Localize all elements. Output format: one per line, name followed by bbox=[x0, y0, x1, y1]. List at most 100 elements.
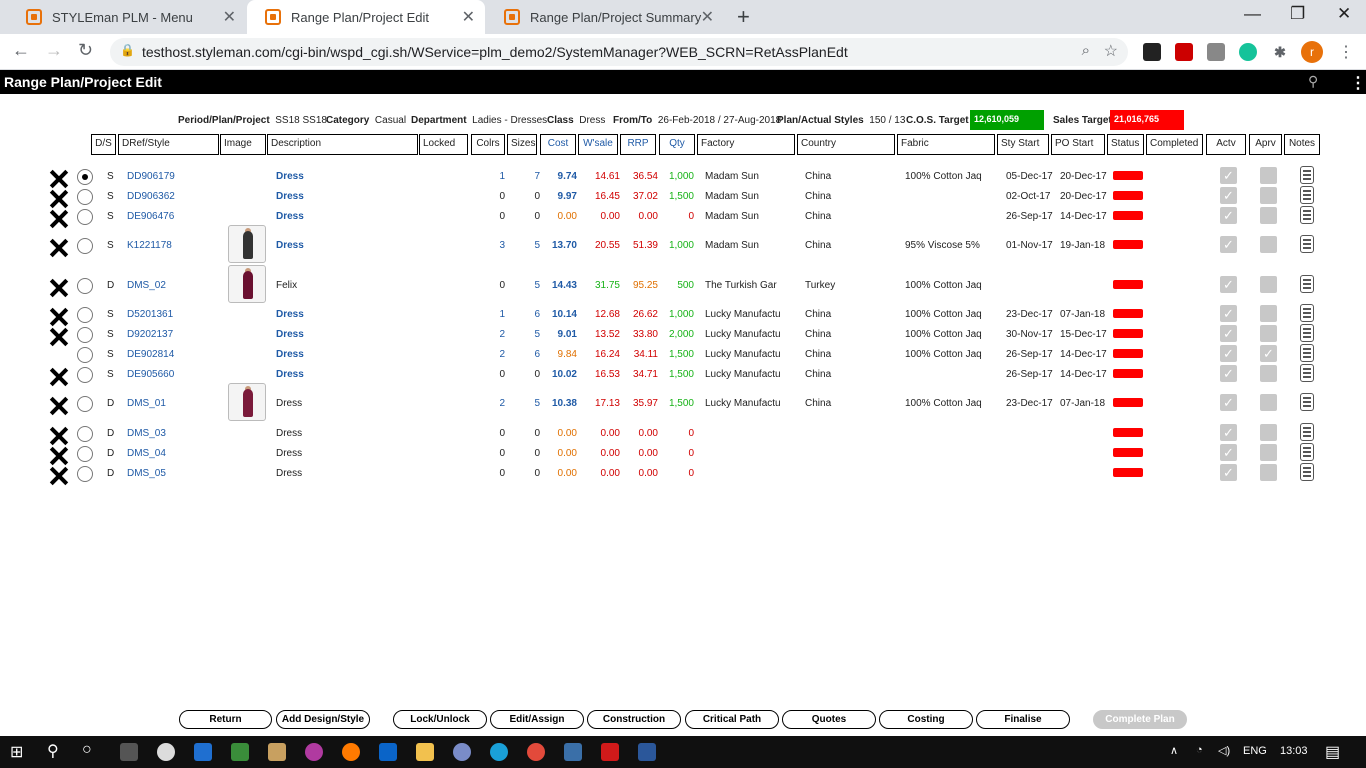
dref-link[interactable]: DE902814 bbox=[127, 349, 174, 360]
approved-checkbox[interactable] bbox=[1260, 424, 1277, 441]
notes-icon[interactable] bbox=[1300, 364, 1314, 382]
dref-link[interactable]: DMS_04 bbox=[127, 448, 166, 459]
url-text[interactable]: testhost.styleman.com/cgi-bin/wspd_cgi.s… bbox=[142, 44, 848, 60]
delete-x-icon[interactable] bbox=[49, 209, 69, 229]
file-explorer-app-icon[interactable] bbox=[416, 743, 434, 761]
clock[interactable]: 13:03 bbox=[1280, 745, 1308, 757]
delete-x-icon[interactable] bbox=[49, 367, 69, 387]
row-select-radio[interactable] bbox=[77, 466, 93, 482]
costing-button[interactable]: Costing bbox=[879, 710, 973, 729]
chrome-app-icon[interactable] bbox=[157, 743, 175, 761]
notes-icon[interactable] bbox=[1300, 443, 1314, 461]
delete-x-icon[interactable] bbox=[49, 327, 69, 347]
row-select-radio[interactable] bbox=[77, 446, 93, 462]
active-checkbox[interactable]: ✓ bbox=[1220, 187, 1237, 204]
notes-icon[interactable] bbox=[1300, 166, 1314, 184]
active-checkbox[interactable]: ✓ bbox=[1220, 444, 1237, 461]
app-icon[interactable] bbox=[453, 743, 471, 761]
description-cell[interactable]: Dress bbox=[276, 171, 304, 182]
extension-g-icon[interactable] bbox=[1207, 43, 1225, 61]
dref-link[interactable]: D5201361 bbox=[127, 309, 173, 320]
dref-link[interactable]: DE905660 bbox=[127, 369, 174, 380]
description-cell[interactable]: Dress bbox=[276, 309, 304, 320]
close-icon[interactable]: ✕ bbox=[223, 7, 236, 27]
notes-icon[interactable] bbox=[1300, 344, 1314, 362]
app-icon[interactable] bbox=[305, 743, 323, 761]
maximize-icon[interactable]: ❐ bbox=[1290, 4, 1305, 24]
notes-icon[interactable] bbox=[1300, 206, 1314, 224]
delete-x-icon[interactable] bbox=[49, 446, 69, 466]
cortana-icon[interactable]: ○ bbox=[82, 741, 92, 759]
language-indicator[interactable]: ENG bbox=[1243, 745, 1267, 757]
minimize-icon[interactable]: — bbox=[1244, 4, 1261, 24]
browser-tab-summary[interactable]: Range Plan/Project Summary ✕ bbox=[486, 0, 724, 34]
row-select-radio[interactable] bbox=[77, 367, 93, 383]
approved-checkbox[interactable] bbox=[1260, 167, 1277, 184]
app-icon[interactable] bbox=[231, 743, 249, 761]
menu-icon[interactable]: ⋮ bbox=[1350, 73, 1366, 93]
active-checkbox[interactable]: ✓ bbox=[1220, 167, 1237, 184]
active-checkbox[interactable]: ✓ bbox=[1220, 394, 1237, 411]
complete-plan-button[interactable]: Complete Plan bbox=[1093, 710, 1187, 729]
wifi-icon[interactable]: ◔ bbox=[1196, 744, 1203, 756]
active-checkbox[interactable]: ✓ bbox=[1220, 276, 1237, 293]
row-select-radio[interactable] bbox=[77, 347, 93, 363]
description-cell[interactable]: Dress bbox=[276, 211, 304, 222]
active-checkbox[interactable]: ✓ bbox=[1220, 464, 1237, 481]
delete-x-icon[interactable] bbox=[49, 238, 69, 258]
finalise-button[interactable]: Finalise bbox=[976, 710, 1070, 729]
description-cell[interactable]: Dress bbox=[276, 369, 304, 380]
extension-pdf-icon[interactable] bbox=[1175, 43, 1193, 61]
active-checkbox[interactable]: ✓ bbox=[1220, 305, 1237, 322]
active-checkbox[interactable]: ✓ bbox=[1220, 365, 1237, 382]
row-select-radio[interactable] bbox=[77, 209, 93, 225]
active-checkbox[interactable]: ✓ bbox=[1220, 207, 1237, 224]
chrome-active-app-icon[interactable] bbox=[527, 743, 545, 761]
dref-link[interactable]: D9202137 bbox=[127, 329, 173, 340]
app-icon[interactable] bbox=[194, 743, 212, 761]
col-rrp[interactable]: RRP bbox=[620, 134, 656, 155]
dref-link[interactable]: DD906179 bbox=[127, 171, 175, 182]
approved-checkbox[interactable] bbox=[1260, 305, 1277, 322]
approved-checkbox[interactable] bbox=[1260, 207, 1277, 224]
vivaldi-app-icon[interactable] bbox=[601, 743, 619, 761]
row-select-radio[interactable] bbox=[77, 278, 93, 294]
col-qty[interactable]: Qty bbox=[659, 134, 695, 155]
delete-x-icon[interactable] bbox=[49, 169, 69, 189]
reload-icon[interactable]: ↻ bbox=[78, 40, 93, 61]
description-cell[interactable]: Dress bbox=[276, 349, 304, 360]
add-design-style-button[interactable]: Add Design/Style bbox=[276, 710, 370, 729]
quotes-button[interactable]: Quotes bbox=[782, 710, 876, 729]
description-cell[interactable]: Dress bbox=[276, 329, 304, 340]
active-checkbox[interactable]: ✓ bbox=[1220, 345, 1237, 362]
edit-assign-button[interactable]: Edit/Assign bbox=[490, 710, 584, 729]
approved-checkbox[interactable] bbox=[1260, 325, 1277, 342]
notes-icon[interactable] bbox=[1300, 235, 1314, 253]
construction-button[interactable]: Construction bbox=[587, 710, 681, 729]
outlook-app-icon[interactable] bbox=[379, 743, 397, 761]
dref-link[interactable]: DE906476 bbox=[127, 211, 174, 222]
new-tab-plus-icon[interactable]: + bbox=[737, 4, 750, 30]
dref-link[interactable]: DD906362 bbox=[127, 191, 175, 202]
app-icon[interactable] bbox=[564, 743, 582, 761]
notes-icon[interactable] bbox=[1300, 463, 1314, 481]
window-close-icon[interactable]: ✕ bbox=[1337, 4, 1351, 24]
delete-x-icon[interactable] bbox=[49, 426, 69, 446]
lock-unlock-button[interactable]: Lock/Unlock bbox=[393, 710, 487, 729]
notification-icon[interactable]: ▤ bbox=[1325, 742, 1340, 762]
row-select-radio[interactable] bbox=[77, 327, 93, 343]
dref-link[interactable]: K1221178 bbox=[127, 240, 172, 251]
notes-icon[interactable] bbox=[1300, 304, 1314, 322]
tray-chevron-icon[interactable]: ∧ bbox=[1170, 744, 1178, 757]
active-checkbox[interactable]: ✓ bbox=[1220, 236, 1237, 253]
col-wsale[interactable]: W'sale bbox=[578, 134, 618, 155]
active-checkbox[interactable]: ✓ bbox=[1220, 325, 1237, 342]
close-icon[interactable]: ✕ bbox=[462, 7, 475, 27]
delete-x-icon[interactable] bbox=[49, 189, 69, 209]
delete-x-icon[interactable] bbox=[49, 466, 69, 486]
row-select-radio[interactable] bbox=[77, 426, 93, 442]
approved-checkbox[interactable] bbox=[1260, 444, 1277, 461]
style-thumbnail[interactable] bbox=[228, 225, 266, 263]
firefox-app-icon[interactable] bbox=[342, 743, 360, 761]
delete-x-icon[interactable] bbox=[49, 396, 69, 416]
